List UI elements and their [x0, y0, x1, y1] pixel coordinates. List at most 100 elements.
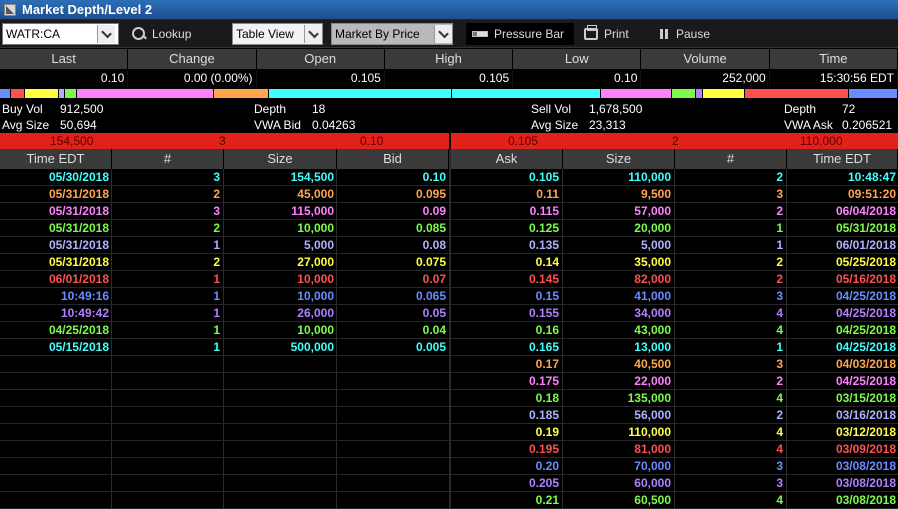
pressure-segment — [11, 89, 26, 98]
bid-count: 1 — [213, 289, 220, 303]
ask-size: 41,000 — [634, 289, 671, 303]
ask-row[interactable]: 0.20 70,000 3 03/08/2018 — [451, 458, 898, 475]
lookup-button[interactable]: Lookup — [132, 23, 191, 45]
bid-row[interactable] — [0, 373, 449, 390]
ask-row[interactable]: 0.135 5,000 1 06/01/2018 — [451, 237, 898, 254]
ask-count: 3 — [776, 459, 783, 473]
bid-row[interactable] — [0, 356, 449, 373]
ask-count: 2 — [776, 170, 783, 184]
bid-count: 1 — [213, 238, 220, 252]
ask-time: 03/08/2018 — [835, 459, 896, 473]
ask-count: 3 — [776, 476, 783, 490]
col-ask-size[interactable]: Size — [563, 149, 675, 169]
ask-row[interactable]: 0.14 35,000 2 05/25/2018 — [451, 254, 898, 271]
ask-count: 1 — [776, 238, 783, 252]
quote-high: 0.105 — [385, 69, 514, 87]
ask-price: 0.145 — [528, 272, 559, 286]
ask-depth-label: Depth — [784, 102, 817, 116]
ask-row[interactable]: 0.16 43,000 4 04/25/2018 — [451, 322, 898, 339]
ask-row[interactable]: 0.115 57,000 2 06/04/2018 — [451, 203, 898, 220]
ask-row[interactable]: 0.125 20,000 1 05/31/2018 — [451, 220, 898, 237]
pressure-segment — [600, 89, 672, 98]
chevron-down-icon[interactable] — [434, 25, 452, 43]
window-menu-icon[interactable] — [4, 3, 16, 16]
pressure-segment — [849, 89, 898, 98]
ask-row[interactable]: 0.165 13,000 1 04/25/2018 — [451, 339, 898, 356]
bid-row[interactable] — [0, 475, 449, 492]
bid-row[interactable]: 04/25/2018 1 10,000 0.04 — [0, 322, 449, 339]
ask-row[interactable]: 0.145 82,000 2 05/16/2018 — [451, 271, 898, 288]
ask-size: 22,000 — [634, 374, 671, 388]
bid-count: 2 — [213, 221, 220, 235]
bid-row[interactable] — [0, 424, 449, 441]
bid-size: 10,000 — [297, 272, 334, 286]
bid-row[interactable]: 06/01/2018 1 10,000 0.07 — [0, 271, 449, 288]
bid-row[interactable]: 05/15/2018 1 500,000 0.005 — [0, 339, 449, 356]
ask-row[interactable]: 0.21 60,500 4 03/08/2018 — [451, 492, 898, 509]
ask-time: 04/25/2018 — [835, 289, 896, 303]
ask-size: 60,500 — [634, 493, 671, 507]
pause-button[interactable]: Pause — [660, 23, 710, 45]
ask-count: 4 — [776, 493, 783, 507]
toolbar: Lookup Table View Market By Price Pressu… — [0, 20, 898, 48]
quote-header-open: Open — [257, 49, 385, 69]
col-bid-price[interactable]: Bid — [337, 149, 449, 169]
ask-row[interactable]: 0.175 22,000 2 04/25/2018 — [451, 373, 898, 390]
ask-row[interactable]: 0.15 41,000 3 04/25/2018 — [451, 288, 898, 305]
col-bid-time[interactable]: Time EDT — [0, 149, 112, 169]
ask-row[interactable]: 0.205 60,000 3 03/08/2018 — [451, 475, 898, 492]
ask-row[interactable]: 0.17 40,500 3 04/03/2018 — [451, 356, 898, 373]
bid-price: 0.085 — [415, 221, 446, 235]
symbol-combobox[interactable] — [2, 23, 119, 45]
ask-row[interactable]: 0.19 110,000 4 03/12/2018 — [451, 424, 898, 441]
print-button[interactable]: Print — [584, 23, 629, 45]
bid-time: 05/31/2018 — [48, 238, 109, 252]
bid-row[interactable]: 05/31/2018 1 5,000 0.08 — [0, 237, 449, 254]
bid-row[interactable]: 05/31/2018 2 27,000 0.075 — [0, 254, 449, 271]
col-ask-count[interactable]: # — [675, 149, 787, 169]
bid-row[interactable]: 05/31/2018 2 10,000 0.085 — [0, 220, 449, 237]
bid-row[interactable] — [0, 390, 449, 407]
chevron-down-icon[interactable] — [97, 25, 115, 43]
ask-row[interactable]: 0.155 34,000 4 04/25/2018 — [451, 305, 898, 322]
bid-size: 10,000 — [297, 323, 334, 337]
bid-row[interactable] — [0, 441, 449, 458]
sell-vol-value: 1,678,500 — [589, 102, 643, 116]
ask-count: 4 — [776, 323, 783, 337]
pressure-bar-button[interactable]: Pressure Bar — [472, 23, 564, 45]
view-select[interactable]: Table View — [232, 23, 323, 45]
ask-time: 04/25/2018 — [835, 340, 896, 354]
bid-time: 06/01/2018 — [48, 272, 109, 286]
col-ask-price[interactable]: Ask — [451, 149, 563, 169]
bid-row[interactable]: 05/31/2018 3 115,000 0.09 — [0, 203, 449, 220]
bid-row[interactable] — [0, 458, 449, 475]
chevron-down-icon[interactable] — [304, 25, 322, 43]
pressure-segment — [214, 89, 269, 98]
ask-row[interactable]: 0.11 9,500 3 09:51:20 — [451, 186, 898, 203]
ask-row[interactable]: 0.105 110,000 2 10:48:47 — [451, 169, 898, 186]
bid-price: 0.08 — [422, 238, 446, 252]
quote-header-row: Last Change Open High Low Volume Time — [0, 49, 898, 69]
col-bid-size[interactable]: Size — [224, 149, 337, 169]
mode-select[interactable]: Market By Price — [331, 23, 453, 45]
bid-row[interactable]: 10:49:16 1 10,000 0.065 — [0, 288, 449, 305]
bid-row[interactable] — [0, 492, 449, 509]
ask-row[interactable]: 0.195 81,000 4 03/09/2018 — [451, 441, 898, 458]
ask-time: 03/16/2018 — [835, 408, 896, 422]
bid-row[interactable]: 10:49:42 1 26,000 0.05 — [0, 305, 449, 322]
ask-row[interactable]: 0.185 56,000 2 03/16/2018 — [451, 407, 898, 424]
bid-row[interactable] — [0, 407, 449, 424]
ask-size: 82,000 — [634, 272, 671, 286]
symbol-input[interactable] — [3, 25, 97, 43]
ask-row[interactable]: 0.18 135,000 4 03/15/2018 — [451, 390, 898, 407]
ask-price: 0.16 — [535, 323, 559, 337]
quote-header-time: Time — [770, 49, 898, 69]
bid-row[interactable]: 05/30/2018 3 154,500 0.10 — [0, 169, 449, 186]
col-ask-time[interactable]: Time EDT — [787, 149, 898, 169]
ask-time: 06/01/2018 — [835, 238, 896, 252]
ask-size: 34,000 — [634, 306, 671, 320]
quote-header-last: Last — [0, 49, 129, 69]
col-bid-count[interactable]: # — [112, 149, 224, 169]
bid-row[interactable]: 05/31/2018 2 45,000 0.095 — [0, 186, 449, 203]
ask-count: 4 — [776, 391, 783, 405]
